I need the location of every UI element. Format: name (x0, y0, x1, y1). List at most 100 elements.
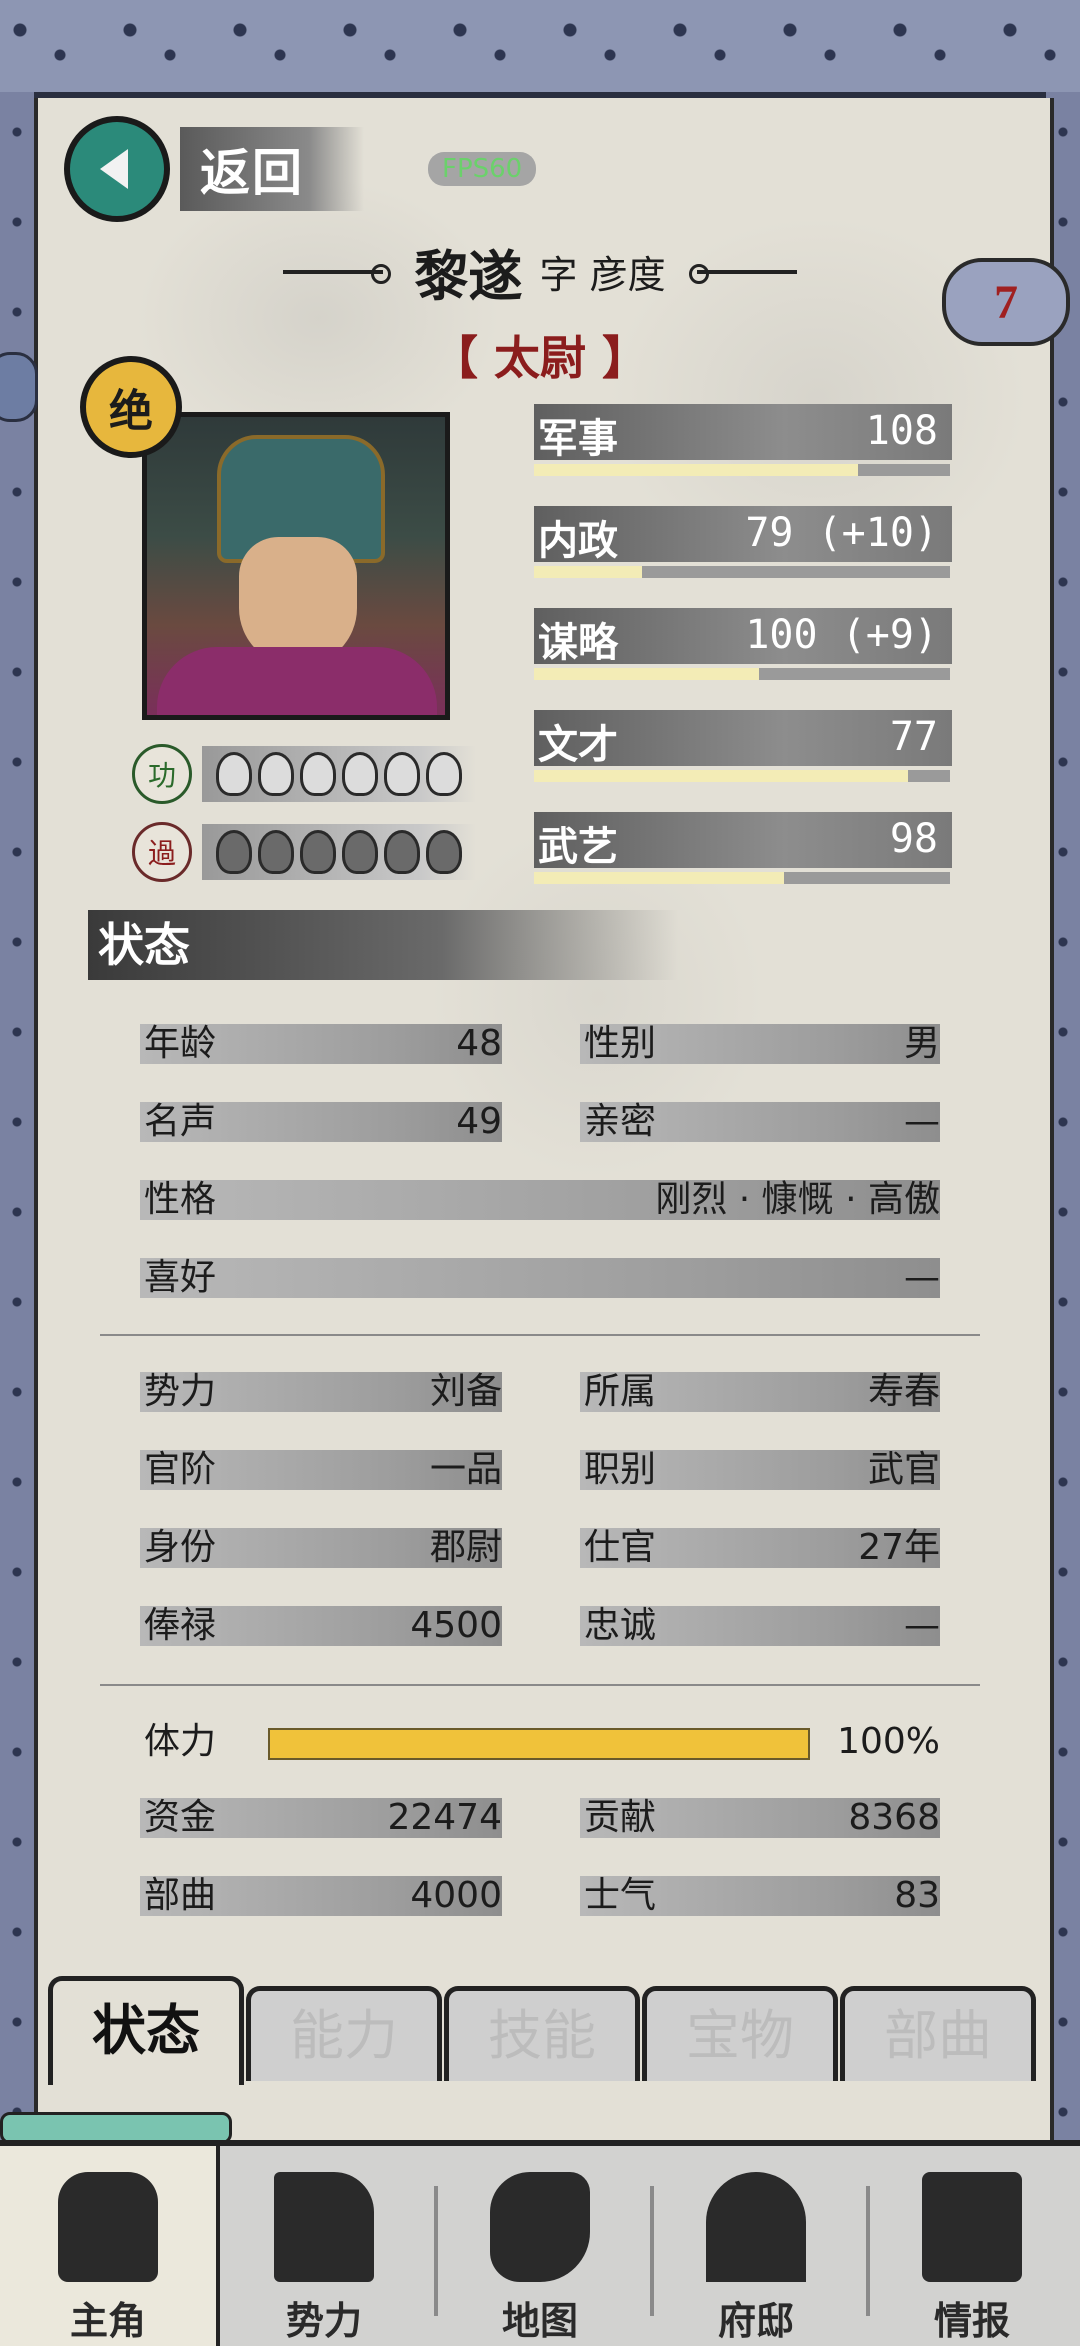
demerit-row: 過 (132, 822, 476, 882)
detail-tabs: 状态 能力 技能 宝物 部曲 (48, 1976, 1036, 2086)
contribution-row: 贡献 8368 (580, 1792, 940, 1844)
merit-pip-icon (342, 752, 378, 796)
nav-mansion[interactable]: 府邸 (648, 2146, 864, 2346)
ability-row[interactable]: 谋略 100 (+9) (534, 608, 952, 688)
demerit-pip-icon (258, 830, 294, 874)
job-row: 职别 武官 (580, 1444, 940, 1496)
rank-cloud-badge[interactable]: 7 (942, 258, 1070, 346)
ability-bar (534, 668, 950, 680)
character-portrait[interactable] (142, 412, 450, 720)
ability-bar (534, 566, 950, 578)
ornament-right (688, 263, 797, 284)
back-arrow-icon (64, 116, 170, 222)
ability-bar (534, 872, 950, 884)
troops-row: 部曲 4000 (140, 1870, 502, 1922)
tab-status[interactable]: 状态 (48, 1976, 244, 2085)
service-row: 仕官 27年 (580, 1522, 940, 1574)
nav-faction[interactable]: 势力 (216, 2146, 432, 2346)
banner-flag-icon (274, 2172, 374, 2282)
merit-pip-icon (216, 752, 252, 796)
salary-row: 俸禄 4500 (140, 1600, 502, 1652)
demerit-pips (202, 824, 476, 880)
divider (100, 1684, 980, 1686)
ability-value: 108 (865, 408, 938, 454)
identity-row: 身份 郡尉 (140, 1522, 502, 1574)
demerit-pip-icon (426, 830, 462, 874)
character-name: 黎遂 (414, 245, 523, 308)
rank-row: 官阶 一品 (140, 1444, 502, 1496)
morale-row: 士气 83 (580, 1870, 940, 1922)
warrior-head-icon (58, 2172, 158, 2282)
character-name-row: 黎遂 字 彦度 (0, 232, 1080, 311)
loyalty-row: 忠诚 — (580, 1600, 940, 1652)
back-button[interactable]: 返回 (64, 116, 364, 222)
mansion-gate-icon (706, 2172, 806, 2282)
ability-value: 77 (889, 714, 938, 760)
tab-treasure[interactable]: 宝物 (642, 1986, 838, 2081)
back-label: 返回 (180, 127, 364, 211)
tab-ability[interactable]: 能力 (246, 1986, 442, 2081)
merit-pip-icon (426, 752, 462, 796)
ability-row[interactable]: 武艺 98 (534, 812, 952, 892)
stamina-bar (268, 1728, 810, 1760)
ability-label: 内政 (538, 518, 618, 564)
age-row: 年龄 48 (140, 1018, 502, 1070)
ability-bar-fill (534, 668, 759, 680)
ability-row[interactable]: 内政 79 (+10) (534, 506, 952, 586)
demerit-pip-icon (300, 830, 336, 874)
ability-bar-fill (534, 566, 643, 578)
nav-mansion-label: 府邸 (717, 2299, 794, 2343)
ability-label: 武艺 (538, 824, 618, 870)
nav-intel[interactable]: 情报 (864, 2146, 1080, 2346)
ability-bar (534, 770, 950, 782)
merit-row: 功 (132, 744, 476, 804)
intimacy-row: 亲密 — (580, 1096, 940, 1148)
map-icon (490, 2172, 590, 2282)
rank-number: 7 (994, 275, 1018, 329)
demerit-pip-icon (384, 830, 420, 874)
nav-map-label: 地图 (501, 2299, 578, 2343)
tab-troops[interactable]: 部曲 (840, 1986, 1036, 2081)
demerit-pip-icon (342, 830, 378, 874)
demerit-pip-icon (216, 830, 252, 874)
ability-label: 谋略 (538, 620, 618, 666)
nav-protagonist-label: 主角 (69, 2299, 146, 2343)
nav-map[interactable]: 地图 (432, 2146, 648, 2346)
ability-bar-fill (534, 872, 784, 884)
nav-intel-label: 情报 (933, 2299, 1010, 2343)
fps-counter: FPS60 (428, 152, 537, 186)
tab-skill[interactable]: 技能 (444, 1986, 640, 2081)
ability-bar-fill (534, 464, 859, 476)
belong-row: 所属 寿春 (580, 1366, 940, 1418)
divider (100, 1334, 980, 1336)
bottom-navigation: 主角 势力 地图 府邸 情报 (0, 2140, 1080, 2346)
ability-label: 军事 (538, 416, 618, 462)
demerit-icon: 過 (132, 822, 192, 882)
force-row: 势力 刘备 (140, 1366, 502, 1418)
courtesy-name: 字 彦度 (539, 253, 666, 297)
merit-pip-icon (384, 752, 420, 796)
merit-pip-icon (258, 752, 294, 796)
gender-row: 性别男 (580, 1018, 940, 1070)
ability-bar-fill (534, 770, 909, 782)
ability-value: 100 (+9) (745, 612, 938, 658)
ornament-left (283, 263, 392, 284)
personality-row: 性格 刚烈 · 慷慨 · 高傲 (140, 1174, 940, 1226)
stamina-fill (270, 1730, 808, 1758)
bamboo-scroll-icon (922, 2172, 1022, 2282)
ability-row[interactable]: 文才 77 (534, 710, 952, 790)
ability-bar (534, 464, 950, 476)
ornamental-top-border (0, 0, 1080, 98)
merit-icon: 功 (132, 744, 192, 804)
grade-badge: 绝 (80, 356, 182, 458)
ability-label: 文才 (538, 722, 618, 768)
ability-row[interactable]: 军事 108 (534, 404, 952, 484)
status-section-title: 状态 (88, 910, 678, 980)
nav-faction-label: 势力 (285, 2299, 362, 2343)
funds-row: 资金 22474 (140, 1792, 502, 1844)
nav-protagonist[interactable]: 主角 (0, 2146, 220, 2346)
merit-pip-icon (300, 752, 336, 796)
merit-pips (202, 746, 476, 802)
ability-value: 79 (+10) (745, 510, 938, 556)
fame-row: 名声 49 (140, 1096, 502, 1148)
